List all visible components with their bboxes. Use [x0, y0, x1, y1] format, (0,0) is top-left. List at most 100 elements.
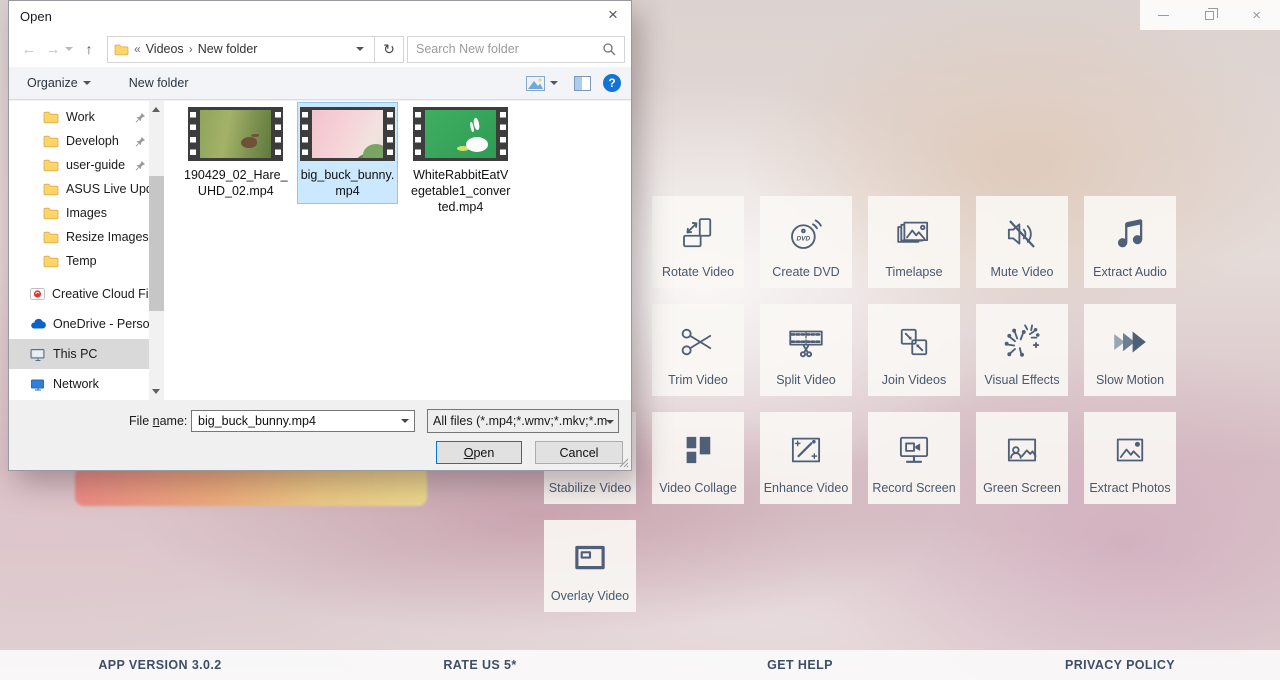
folder-icon: [43, 254, 59, 268]
app-version-link[interactable]: APP VERSION 3.0.2: [0, 658, 320, 672]
tile-label: Timelapse: [885, 265, 942, 288]
tile-video-collage[interactable]: Video Collage: [652, 412, 744, 504]
up-icon[interactable]: ↑: [77, 41, 101, 57]
tile-label: Visual Effects: [984, 373, 1059, 396]
enhance-video-icon: [785, 412, 827, 481]
file-name-line: ted.mp4: [411, 199, 510, 215]
preview-pane-icon: [574, 76, 591, 91]
tile-extract-audio[interactable]: Extract Audio: [1084, 196, 1176, 288]
sidebar-scrollbar[interactable]: [149, 101, 164, 400]
tile-visual-effects[interactable]: Visual Effects: [976, 304, 1068, 396]
tile-timelapse[interactable]: Timelapse: [868, 196, 960, 288]
tile-split-video[interactable]: Split Video: [760, 304, 852, 396]
folder-icon: [43, 158, 59, 172]
file-type-value: All files (*.mp4;*.wmv;*.mkv;*.m: [433, 414, 607, 428]
video-thumbnail: [188, 107, 283, 161]
sidebar-item-this-pc[interactable]: This PC: [9, 339, 149, 369]
preview-pane-button[interactable]: [574, 76, 591, 91]
address-dropdown-icon[interactable]: [356, 47, 364, 51]
address-bar[interactable]: « Videos › New folder: [107, 36, 375, 63]
restore-button[interactable]: [1195, 3, 1225, 27]
split-video-icon: [785, 304, 827, 373]
tile-label: Enhance Video: [764, 481, 849, 504]
dialog-close-button[interactable]: ×: [599, 3, 627, 27]
sidebar-item-label: ASUS Live Updat: [66, 182, 149, 196]
tile-label: Overlay Video: [551, 589, 629, 612]
sidebar-item-asus-live-update[interactable]: ASUS Live Updat: [9, 177, 149, 201]
tile-extract-photos[interactable]: Extract Photos: [1084, 412, 1176, 504]
file-item-big-buck-bunny[interactable]: big_buck_bunny. mp4: [298, 103, 397, 203]
tile-label: Join Videos: [882, 373, 946, 396]
back-icon[interactable]: ←: [17, 41, 41, 58]
tile-green-screen[interactable]: Green Screen: [976, 412, 1068, 504]
sidebar-item-creative-cloud[interactable]: Creative Cloud File: [9, 279, 149, 309]
sidebar-item-temp[interactable]: Temp: [9, 249, 149, 273]
close-button[interactable]: ×: [1242, 3, 1272, 27]
rate-us-link[interactable]: RATE US 5*: [320, 658, 640, 672]
tile-label: Record Screen: [872, 481, 955, 504]
tile-rotate-video[interactable]: Rotate Video: [652, 196, 744, 288]
tile-label: Trim Video: [668, 373, 728, 396]
folder-icon: [43, 230, 59, 244]
search-input[interactable]: [416, 42, 596, 56]
video-thumbnail: [413, 107, 508, 161]
search-icon: [602, 42, 616, 56]
pin-icon: [135, 136, 146, 147]
forward-icon[interactable]: →: [41, 41, 65, 58]
pin-icon: [135, 160, 146, 171]
promo-banner: [75, 467, 427, 506]
open-button[interactable]: Open: [436, 441, 522, 464]
tile-mute-video[interactable]: Mute Video: [976, 196, 1068, 288]
tile-label: Split Video: [776, 373, 836, 396]
sidebar-item-label: Developh: [66, 134, 119, 148]
file-name-dropdown-icon[interactable]: [401, 419, 409, 423]
scrollbar-thumb[interactable]: [149, 176, 164, 311]
pin-icon: [135, 112, 146, 123]
new-folder-button[interactable]: New folder: [129, 76, 189, 90]
refresh-icon[interactable]: ↻: [375, 36, 404, 63]
recent-locations-icon[interactable]: [65, 47, 73, 51]
dialog-titlebar: Open ×: [9, 1, 631, 31]
tile-join-videos[interactable]: Join Videos: [868, 304, 960, 396]
tile-trim-video[interactable]: Trim Video: [652, 304, 744, 396]
scroll-down-icon[interactable]: [152, 389, 160, 394]
breadcrumb-new-folder[interactable]: New folder: [198, 42, 258, 56]
scroll-up-icon[interactable]: [152, 107, 160, 112]
tile-label: Stabilize Video: [549, 481, 631, 504]
file-name-input[interactable]: [191, 410, 415, 432]
file-type-select[interactable]: All files (*.mp4;*.wmv;*.mkv;*.m: [427, 409, 619, 433]
tile-slow-motion[interactable]: Slow Motion: [1084, 304, 1176, 396]
dialog-body: Work Developh user-guide ASUS Live Updat…: [9, 101, 631, 400]
help-button[interactable]: ?: [603, 74, 621, 92]
privacy-policy-link[interactable]: PRIVACY POLICY: [960, 658, 1280, 672]
sidebar-item-developh[interactable]: Developh: [9, 129, 149, 153]
tile-label: Rotate Video: [662, 265, 734, 288]
tile-create-dvd[interactable]: DVD Create DVD: [760, 196, 852, 288]
file-item-hare[interactable]: 190429_02_Hare_ UHD_02.mp4: [182, 103, 290, 203]
file-item-white-rabbit[interactable]: WhiteRabbitEatV egetable1_conver ted.mp4: [409, 103, 512, 219]
get-help-link[interactable]: GET HELP: [640, 658, 960, 672]
view-mode-caret-icon: [550, 81, 558, 85]
sidebar-item-user-guide[interactable]: user-guide: [9, 153, 149, 177]
sidebar-item-onedrive[interactable]: OneDrive - Person: [9, 309, 149, 339]
breadcrumb-videos[interactable]: Videos: [146, 42, 184, 56]
cancel-button[interactable]: Cancel: [535, 441, 623, 464]
sidebar-item-resize-images[interactable]: Resize Images: [9, 225, 149, 249]
tile-enhance-video[interactable]: Enhance Video: [760, 412, 852, 504]
organize-button[interactable]: Organize: [27, 76, 95, 90]
tile-overlay-video[interactable]: Overlay Video: [544, 520, 636, 612]
close-icon: ×: [1252, 8, 1261, 23]
minimize-button[interactable]: [1148, 3, 1178, 27]
sidebar-item-label: Temp: [66, 254, 97, 268]
sidebar-item-work[interactable]: Work: [9, 105, 149, 129]
resize-grip[interactable]: [619, 458, 629, 468]
onedrive-icon: [30, 318, 46, 330]
dialog-footer: File name: All files (*.mp4;*.wmv;*.mkv;…: [9, 400, 631, 470]
sidebar-item-images[interactable]: Images: [9, 201, 149, 225]
tile-label: Green Screen: [983, 481, 1061, 504]
breadcrumb-overflow[interactable]: «: [134, 42, 141, 56]
view-mode-button[interactable]: [526, 76, 562, 91]
sidebar-item-network[interactable]: Network: [9, 369, 149, 399]
tile-record-screen[interactable]: Record Screen: [868, 412, 960, 504]
tile-label: Create DVD: [772, 265, 839, 288]
